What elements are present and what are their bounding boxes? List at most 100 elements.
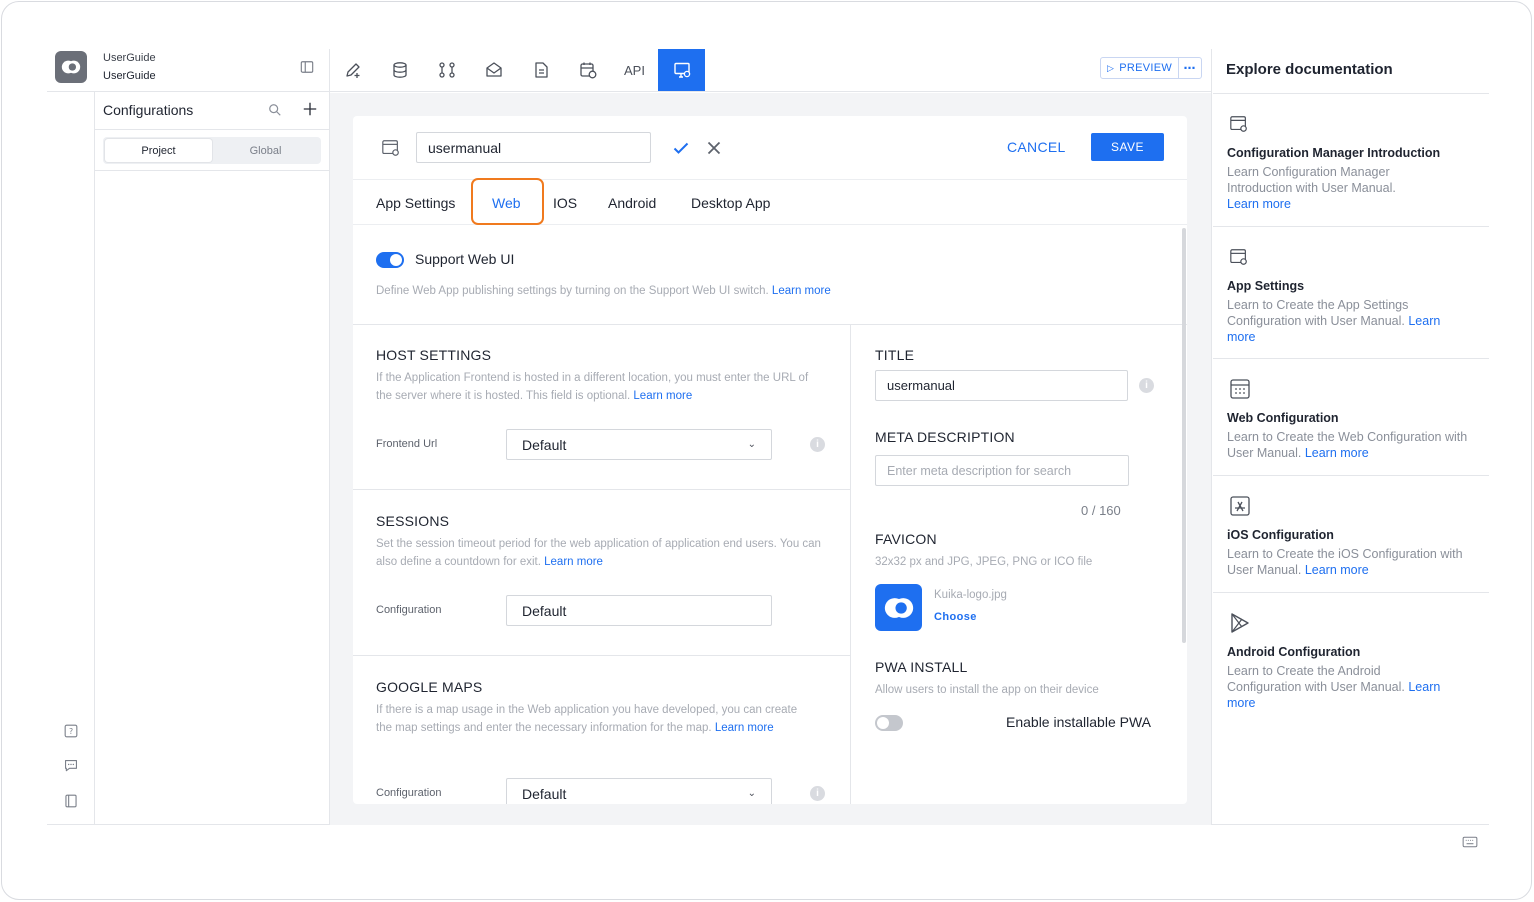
section-divider (353, 324, 1187, 325)
favicon-file-name: Kuika-logo.jpg (934, 589, 1007, 601)
tool-database[interactable] (376, 49, 423, 91)
maps-config-select[interactable]: Default ⌄ (506, 778, 772, 804)
sessions-config-select[interactable]: Default (506, 595, 772, 626)
save-button[interactable]: SAVE (1091, 133, 1164, 161)
monitor-settings-icon (673, 62, 690, 78)
chat-icon[interactable] (62, 757, 80, 775)
app-store-icon (1229, 495, 1251, 517)
tab-android[interactable]: Android (608, 195, 656, 211)
search-icon[interactable] (268, 103, 284, 119)
info-icon[interactable]: i (810, 437, 825, 452)
configuration-card: usermanual CANCEL SAVE App Settings Web … (353, 116, 1187, 804)
support-web-ui-label: Support Web UI (415, 251, 515, 267)
sessions-config-value: Default (522, 602, 567, 619)
info-icon[interactable]: i (1139, 378, 1154, 393)
doc-title: iOS Configuration (1227, 528, 1334, 542)
project-subname: UserGuide (103, 70, 156, 82)
card-scrollbar[interactable] (1182, 228, 1186, 643)
support-web-ui-desc: Define Web App publishing settings by tu… (376, 285, 831, 297)
book-icon[interactable] (62, 792, 80, 810)
meta-char-counter: 0 / 160 (1081, 503, 1121, 518)
tool-configuration[interactable] (658, 49, 705, 91)
chevron-down-icon: ⌄ (747, 788, 756, 799)
maps-config-value: Default (522, 785, 567, 802)
frontend-url-select[interactable]: Default ⌄ (506, 429, 772, 460)
tab-desktop-app[interactable]: Desktop App (691, 195, 770, 211)
info-icon[interactable]: i (810, 786, 825, 801)
tool-scheduler[interactable] (564, 49, 611, 91)
kuika-logo-icon (884, 597, 913, 618)
doc-desc: Learn Configuration Manager Introduction… (1227, 165, 1396, 211)
configuration-name-input[interactable]: usermanual (416, 132, 651, 163)
doc-item-android-configuration[interactable]: Android Configuration Learn to Create th… (1213, 592, 1489, 722)
favicon-title: FAVICON (875, 531, 937, 547)
tool-design[interactable] (329, 49, 376, 91)
config-window-icon (1229, 247, 1251, 269)
document-icon (534, 62, 548, 78)
learn-more-link[interactable]: Learn more (1305, 563, 1369, 577)
doc-item-ios-configuration[interactable]: iOS Configuration Learn to Create the iO… (1213, 475, 1489, 592)
more-options-button[interactable]: ⋯ (1178, 57, 1202, 79)
sessions-title: SESSIONS (376, 513, 450, 529)
tool-workflow[interactable] (423, 49, 470, 91)
doc-item-app-settings[interactable]: App Settings Learn to Create the App Set… (1213, 226, 1489, 358)
preview-button[interactable]: ▷ PREVIEW (1100, 57, 1179, 79)
support-web-ui-toggle[interactable] (376, 252, 404, 268)
title-section-title: TITLE (875, 347, 915, 363)
learn-more-link[interactable]: Learn more (633, 390, 692, 402)
rail-divider (94, 91, 95, 824)
segment-global[interactable]: Global (212, 139, 319, 162)
web-grid-icon (1229, 378, 1251, 400)
favicon-choose-link[interactable]: Choose (934, 611, 977, 623)
doc-item-config-manager[interactable]: Configuration Manager Introduction Learn… (1213, 93, 1489, 226)
pwa-install-title: PWA INSTALL (875, 659, 968, 675)
segment-project[interactable]: Project (105, 139, 212, 162)
play-store-icon (1229, 612, 1251, 634)
keyboard-icon[interactable] (1462, 835, 1480, 849)
meta-description-title: META DESCRIPTION (875, 429, 1015, 445)
tab-app-settings[interactable]: App Settings (376, 195, 455, 211)
tool-messages[interactable] (470, 49, 517, 91)
panel-collapse-icon[interactable] (300, 60, 316, 76)
section-divider (353, 655, 850, 656)
pwa-install-desc: Allow users to install the app on their … (875, 684, 1099, 696)
play-icon: ▷ (1106, 62, 1115, 73)
close-icon[interactable] (705, 139, 723, 157)
learn-more-link[interactable]: Learn more (544, 556, 603, 568)
title-input[interactable]: usermanual (875, 370, 1128, 401)
learn-more-link[interactable]: Learn more (1305, 446, 1369, 460)
segment-divider (95, 170, 329, 171)
pwa-install-toggle[interactable] (875, 715, 903, 731)
host-settings-title: HOST SETTINGS (376, 347, 492, 363)
preview-label: PREVIEW (1119, 62, 1173, 74)
scope-segmented-control: Project Global (103, 137, 321, 164)
doc-desc: Learn to Create the Web Configuration wi… (1227, 430, 1468, 460)
calendar-clock-icon (579, 62, 596, 79)
config-window-icon (381, 138, 403, 160)
chevron-down-icon: ⌄ (747, 439, 756, 450)
sessions-desc: Set the session timeout period for the w… (376, 538, 821, 568)
favicon-preview (875, 584, 922, 631)
app-logo[interactable] (55, 51, 87, 83)
learn-more-link[interactable]: Learn more (715, 722, 774, 734)
config-window-icon (1229, 114, 1251, 136)
tab-ios[interactable]: IOS (553, 195, 577, 211)
doc-item-web-configuration[interactable]: Web Configuration Learn to Create the We… (1213, 358, 1489, 475)
learn-more-link[interactable]: Learn more (1227, 197, 1291, 211)
section-divider (353, 489, 850, 490)
help-icon[interactable]: ? (62, 722, 80, 740)
doc-title: Android Configuration (1227, 645, 1361, 659)
header-divider (47, 91, 329, 92)
column-divider (850, 324, 851, 804)
configurations-title: Configurations (103, 102, 194, 118)
doc-title: App Settings (1227, 279, 1305, 293)
pwa-install-label: Enable installable PWA (1006, 714, 1152, 730)
add-icon[interactable] (302, 101, 320, 119)
meta-description-input[interactable]: Enter meta description for search (875, 455, 1129, 486)
pen-icon (345, 63, 360, 78)
tool-documents[interactable] (517, 49, 564, 91)
learn-more-link[interactable]: Learn more (772, 285, 831, 297)
tool-api[interactable]: API (611, 49, 658, 91)
cancel-button[interactable]: CANCEL (1007, 139, 1066, 155)
check-icon[interactable] (672, 139, 690, 157)
